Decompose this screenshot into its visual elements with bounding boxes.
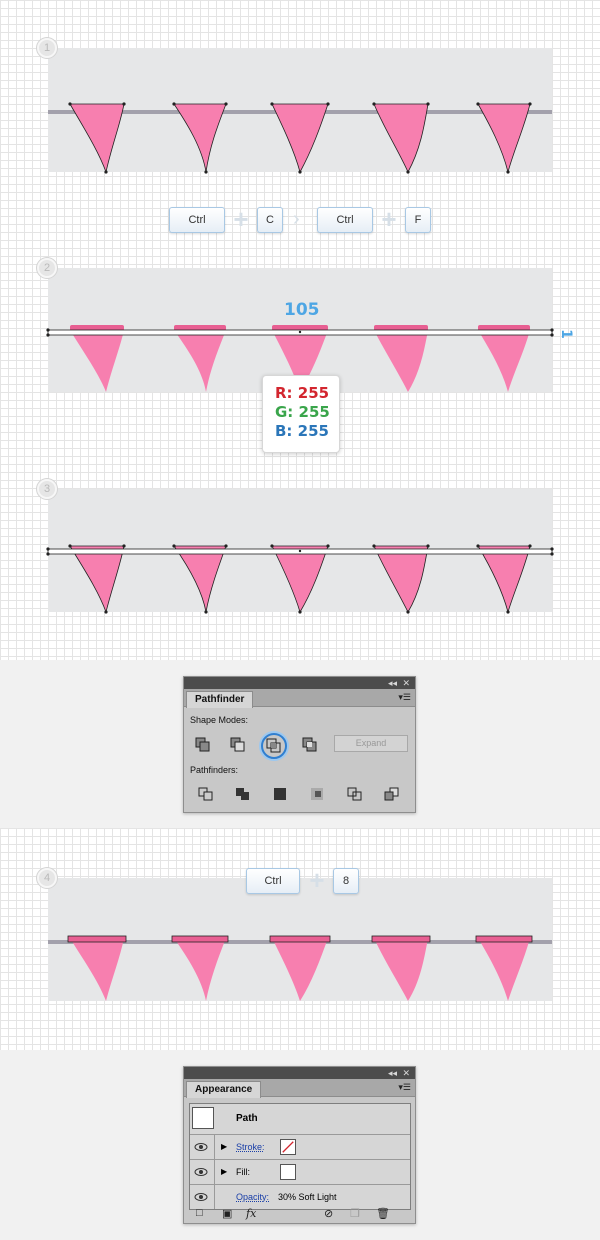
step-4-artwork [48, 935, 552, 1001]
stroke-none-swatch[interactable] [280, 1139, 296, 1155]
step-4-flags [70, 938, 530, 1001]
add-fill-icon[interactable]: ▣ [222, 1207, 232, 1220]
delete-item-icon[interactable]: 🗑 [376, 1207, 390, 1220]
fill-white-swatch[interactable] [280, 1164, 296, 1180]
fx-icon[interactable]: fx [246, 1207, 256, 1220]
expand-triangle-icon[interactable]: ▶ [221, 1142, 227, 1151]
collapse-icon-2[interactable]: ◂◂ [388, 1067, 397, 1079]
expand-triangle-icon-2[interactable]: ▶ [221, 1167, 227, 1176]
panel-menu-icon-2[interactable]: ▾☰ [398, 1082, 411, 1093]
opacity-label[interactable]: Opacity: [236, 1192, 269, 1202]
appearance-list: Path ▶ Stroke: ▶ Fill: Opacity: 30% Soft… [189, 1103, 411, 1210]
clear-appearance-icon[interactable]: ⊘ [324, 1207, 333, 1220]
row-divider-2 [214, 1160, 215, 1184]
opacity-value: 30% Soft Light [278, 1192, 337, 1202]
eye-icon-2[interactable] [194, 1167, 208, 1177]
eye-icon[interactable] [194, 1142, 208, 1152]
duplicate-item-icon[interactable]: ❐ [350, 1207, 360, 1220]
panel-tab-bar-2: Appearance ▾☰ [184, 1079, 415, 1098]
object-thumbnail [192, 1107, 214, 1129]
eye-icon-3[interactable] [194, 1192, 208, 1202]
add-stroke-icon[interactable]: □ [196, 1207, 203, 1219]
panel-titlebar-2: ◂◂ ✕ [184, 1067, 415, 1079]
stroke-row[interactable]: ▶ Stroke: [190, 1134, 410, 1159]
appearance-toolbar: □ ▣ fx ⊘ ❐ 🗑 [184, 1203, 415, 1223]
appearance-panel: ◂◂ ✕ Appearance ▾☰ Path ▶ Stroke: ▶ Fill… [183, 1066, 416, 1224]
stroke-label[interactable]: Stroke: [236, 1142, 265, 1152]
object-row[interactable]: Path [190, 1104, 410, 1134]
fill-row[interactable]: ▶ Fill: [190, 1159, 410, 1184]
row-divider [214, 1135, 215, 1159]
object-label: Path [236, 1113, 258, 1124]
tab-appearance[interactable]: Appearance [186, 1081, 262, 1098]
fill-label[interactable]: Fill: [236, 1167, 250, 1177]
close-icon-2[interactable]: ✕ [402, 1067, 410, 1079]
